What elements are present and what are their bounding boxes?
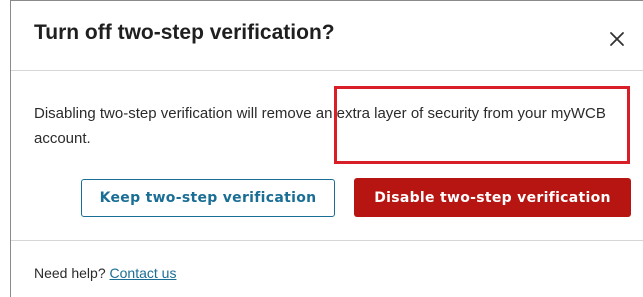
dialog-footer: Need help? Contact us: [34, 265, 176, 281]
keep-two-step-button-label: Keep two-step verification: [99, 190, 317, 206]
disable-two-step-button[interactable]: Disable two-step verification: [354, 178, 631, 217]
dialog-body: Disabling two-step verification will rem…: [11, 71, 643, 241]
dialog-header: Turn off two-step verification?: [11, 1, 643, 71]
contact-us-link[interactable]: Contact us: [110, 265, 177, 281]
help-text: Need help?: [34, 265, 106, 281]
dialog-message: Disabling two-step verification will rem…: [34, 105, 606, 147]
disable-two-step-button-label: Disable two-step verification: [374, 189, 611, 206]
keep-two-step-button[interactable]: Keep two-step verification: [81, 179, 335, 217]
dialog-title: Turn off two-step verification?: [34, 21, 335, 44]
close-icon[interactable]: [609, 31, 625, 47]
turn-off-two-step-dialog: Turn off two-step verification? Disablin…: [10, 0, 643, 297]
